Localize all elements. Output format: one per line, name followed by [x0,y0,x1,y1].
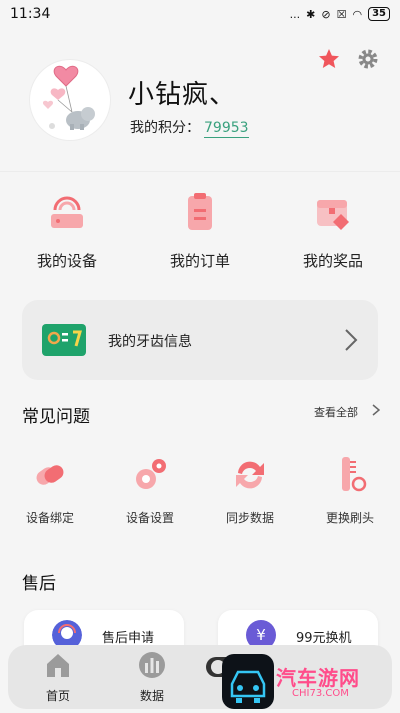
quick-my-prizes[interactable]: 我的奖品 [283,190,383,271]
faq-device-binding[interactable]: 设备绑定 [0,455,100,526]
avatar[interactable] [30,60,110,140]
no-sim-icon: ☒ [336,7,347,21]
dots-icon: ... [289,7,301,21]
faq-replace-brush-head[interactable]: 更换刷头 [300,455,400,526]
quick-label: 我的奖品 [302,252,363,270]
prize-box-icon [317,200,349,230]
watermark-brand: 汽车游网 [276,666,360,690]
header-divider [0,171,400,172]
star-icon[interactable] [317,47,341,71]
points-label: 我的积分： [130,120,200,136]
quick-label: 我的订单 [169,252,230,270]
home-icon [47,654,69,677]
watermark-overlay: 汽车游网 CHI73.COM [220,652,400,711]
sync-icon [236,461,264,489]
after-sales-title: 售后 [22,574,56,594]
after-sales-apply-label: 售后申请 [102,631,155,646]
mute-icon: ⊘ [321,7,331,21]
username: 小钻疯、 [128,80,237,110]
faq-label: 设备设置 [125,511,174,525]
status-time: 11:34 [10,6,51,22]
faq-label: 设备绑定 [25,511,74,525]
faq-label: 更换刷头 [325,511,374,525]
faq-label: 同步数据 [225,511,274,525]
view-all-link[interactable]: 查看全部 [314,404,358,420]
bind-icon [36,465,64,485]
points-row: 我的积分： 79953 [130,117,249,138]
chevron-right-icon [345,329,358,351]
gear-icon[interactable] [356,47,380,71]
app-logo [222,654,274,709]
clipboard-icon [188,193,212,230]
quick-my-devices[interactable]: 我的设备 [17,190,117,271]
nav-home[interactable]: 首页 [18,651,98,704]
wifi-icon: ◠ [352,7,363,21]
teeth-info-label: 我的牙齿信息 [108,334,192,350]
elephant-balloon-icon [42,65,95,130]
teeth-info-card[interactable]: 我的牙齿信息 [22,300,378,380]
faq-sync-data[interactable]: 同步数据 [200,455,300,526]
chevron-right-icon[interactable] [372,404,380,416]
nav-label: 首页 [45,689,70,703]
quick-actions: 我的设备 我的订单 我的奖品 [0,190,400,280]
teeth-chart-icon [42,324,86,356]
status-bar: 11:34 ... ✱ ⊘ ☒ ◠ 35 [0,0,400,30]
quick-my-orders[interactable]: 我的订单 [150,190,250,271]
watermark-sub: CHI73.COM [292,688,349,699]
router-icon [51,196,83,228]
battery-icon: 35 [368,7,390,21]
settings-gears-icon [136,459,166,489]
points-value[interactable]: 79953 [204,120,249,138]
nav-data[interactable]: 数据 [112,651,192,704]
trade-in-label: 99元换机 [296,631,352,646]
car-icon [230,670,266,703]
faq-title: 常见问题 [22,407,90,427]
bluetooth-icon: ✱ [306,7,316,21]
bar-chart-icon [139,652,165,678]
brush-head-icon [342,457,367,492]
quick-label: 我的设备 [36,252,97,270]
nav-label: 数据 [139,689,164,703]
status-icons: ... ✱ ⊘ ☒ ◠ 35 [290,7,390,21]
faq-device-settings[interactable]: 设备设置 [100,455,200,526]
